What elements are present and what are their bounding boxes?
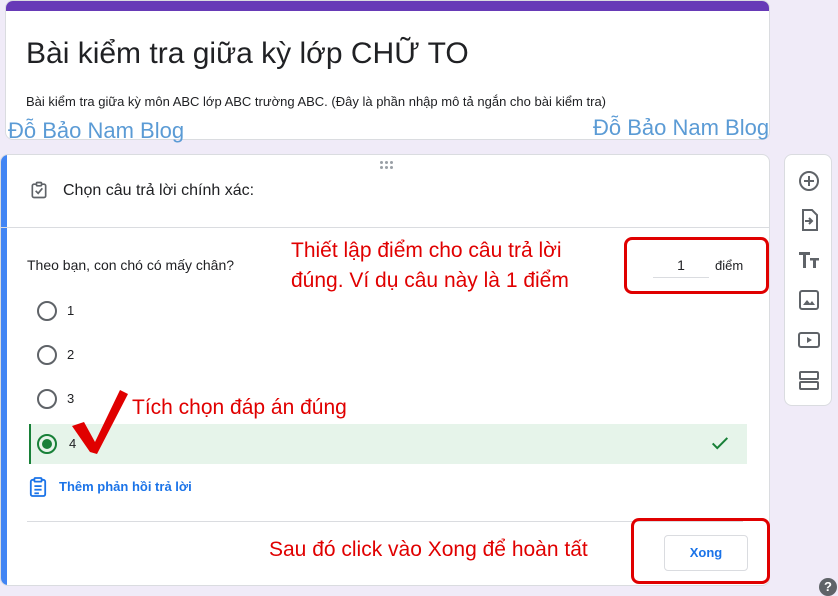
- form-description[interactable]: Bài kiểm tra giữa kỳ môn ABC lớp ABC trư…: [26, 94, 606, 109]
- help-icon[interactable]: ?: [819, 578, 837, 596]
- annotation-points-line1: Thiết lập điểm cho câu trả lời: [291, 239, 562, 262]
- add-title-icon[interactable]: [797, 248, 821, 272]
- question-text: Theo bạn, con chó có mấy chân?: [27, 257, 235, 273]
- active-indicator-bar: [1, 155, 7, 585]
- watermark-left: Đỗ Bảo Nam Blog: [8, 118, 185, 143]
- radio-button[interactable]: [37, 301, 57, 321]
- option-label: 2: [67, 347, 75, 362]
- annotation-points-line2: đúng. Ví dụ câu này là 1 điểm: [291, 269, 569, 292]
- radio-button-selected[interactable]: [37, 434, 57, 454]
- answer-option-1[interactable]: 1: [29, 291, 747, 331]
- form-title[interactable]: Bài kiểm tra giữa kỳ lớp CHỮ TO: [26, 37, 469, 71]
- import-questions-icon[interactable]: [797, 208, 821, 232]
- done-highlight-box: [631, 518, 770, 584]
- feedback-link-label: Thêm phản hồi trả lời: [59, 479, 192, 494]
- radio-button[interactable]: [37, 389, 57, 409]
- radio-button[interactable]: [37, 345, 57, 365]
- side-toolbar: [784, 154, 832, 406]
- annotation-correct-answer: Tích chọn đáp án đúng: [132, 396, 347, 419]
- add-video-icon[interactable]: [797, 328, 821, 352]
- divider: [1, 227, 769, 228]
- annotation-done: Sau đó click vào Xong để hoàn tất: [269, 538, 588, 561]
- drag-handle-icon[interactable]: [380, 161, 394, 171]
- red-checkmark-icon: [72, 390, 128, 454]
- add-image-icon[interactable]: [797, 288, 821, 312]
- answer-option-2[interactable]: 2: [29, 335, 747, 375]
- add-section-icon[interactable]: [797, 368, 821, 392]
- answer-key-checkbox-icon: [31, 181, 47, 199]
- answer-key-header: Chọn câu trả lời chính xác:: [63, 182, 255, 199]
- feedback-icon: [29, 477, 47, 497]
- form-accent-bar: [6, 1, 769, 11]
- watermark-right: Đỗ Bảo Nam Blog: [593, 115, 770, 140]
- option-label: 1: [67, 303, 75, 318]
- check-icon: [711, 437, 729, 450]
- add-question-icon[interactable]: [797, 169, 821, 193]
- answer-option-4-correct[interactable]: 4: [29, 424, 747, 464]
- points-highlight-box: [624, 237, 769, 294]
